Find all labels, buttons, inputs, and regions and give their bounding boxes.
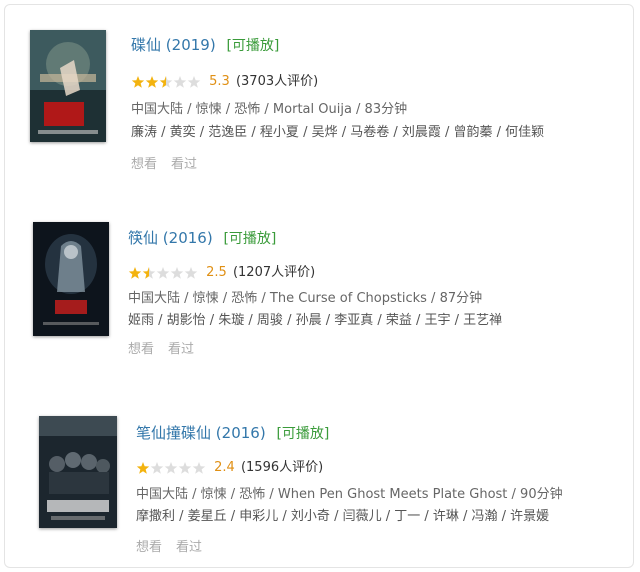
rating-count: (3703人评价) (235, 74, 319, 89)
rating-stars (131, 75, 201, 89)
rating-count: (1207人评价) (232, 265, 316, 280)
movie-meta: 中国大陆 / 惊悚 / 恐怖 / Mortal Ouija / 83分钟 (131, 102, 408, 117)
star-icon (136, 461, 150, 474)
movie-cast: 摩撒利 / 姜星丘 / 申彩儿 / 刘小奇 / 闫薇儿 / 丁一 / 许琳 / … (136, 509, 550, 524)
star-icon (184, 266, 198, 279)
star-icon (159, 75, 173, 88)
star-icon (187, 75, 201, 88)
movie-year: (2016) (215, 424, 266, 442)
movie-poster[interactable] (30, 30, 106, 142)
playable-badge[interactable]: [可播放] (276, 426, 329, 442)
movie-title-link[interactable]: 碟仙 (131, 36, 161, 54)
rating-score: 5.3 (209, 74, 230, 89)
watched-link[interactable]: 看过 (176, 540, 202, 555)
movie-cast: 姬雨 / 胡影怡 / 朱璇 / 周骏 / 孙晨 / 李亚真 / 荣益 / 王宇 … (128, 313, 503, 328)
rating-stars (136, 461, 206, 475)
star-icon (145, 75, 159, 88)
movie-poster[interactable] (33, 222, 109, 336)
star-icon (128, 266, 142, 279)
playable-badge[interactable]: [可播放] (226, 38, 279, 54)
movie-year: (2016) (162, 229, 213, 247)
star-icon (192, 461, 206, 474)
rating-score: 2.5 (206, 265, 227, 280)
star-icon (150, 461, 164, 474)
star-icon (142, 266, 156, 279)
star-icon (170, 266, 184, 279)
star-icon (164, 461, 178, 474)
playable-badge[interactable]: [可播放] (223, 231, 276, 247)
star-icon (131, 75, 145, 88)
star-icon (173, 75, 187, 88)
rating-score: 2.4 (214, 460, 235, 475)
want-to-watch-link[interactable]: 想看 (136, 540, 162, 555)
movie-title-link[interactable]: 筷仙 (128, 229, 158, 247)
movie-cast: 廉涛 / 黄奕 / 范逸臣 / 程小夏 / 吴烨 / 马卷卷 / 刘晨霞 / 曾… (131, 125, 545, 140)
rating-count: (1596人评价) (240, 460, 324, 475)
movie-title-link[interactable]: 笔仙撞碟仙 (136, 424, 211, 442)
want-to-watch-link[interactable]: 想看 (131, 157, 157, 172)
want-to-watch-link[interactable]: 想看 (128, 342, 154, 357)
movie-year: (2019) (165, 36, 216, 54)
star-icon (156, 266, 170, 279)
movie-poster[interactable] (39, 416, 117, 528)
movie-meta: 中国大陆 / 惊悚 / 恐怖 / The Curse of Chopsticks… (128, 291, 483, 306)
movie-meta: 中国大陆 / 惊悚 / 恐怖 / When Pen Ghost Meets Pl… (136, 487, 563, 502)
watched-link[interactable]: 看过 (168, 342, 194, 357)
rating-stars (128, 266, 198, 280)
watched-link[interactable]: 看过 (171, 157, 197, 172)
star-icon (178, 461, 192, 474)
